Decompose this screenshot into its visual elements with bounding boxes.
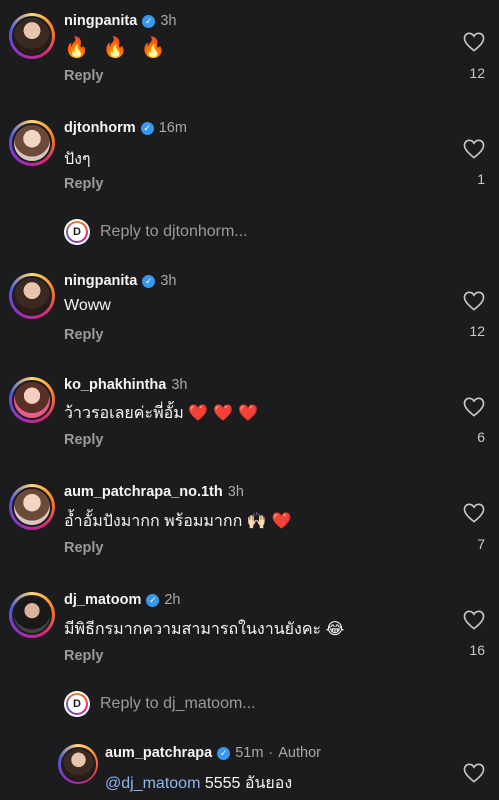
comment-username[interactable]: aum_patchrapa bbox=[105, 745, 212, 761]
like-count: 6 bbox=[477, 429, 485, 445]
comment-text: 5555 อันยอง bbox=[204, 775, 293, 792]
verified-badge-icon: ✓ bbox=[142, 274, 156, 288]
comment-text: ปังๆ bbox=[64, 151, 91, 168]
reply-button[interactable]: Reply bbox=[64, 68, 104, 84]
reply-avatar-icon: D bbox=[64, 691, 90, 717]
like-count: 16 bbox=[469, 642, 485, 658]
comment-time: 3h bbox=[160, 273, 177, 289]
comment-text: มีพิธีกรมากความสามารถในงานยังคะ bbox=[64, 621, 322, 638]
heart-outline-icon[interactable] bbox=[463, 139, 485, 159]
like-count: 7 bbox=[477, 536, 485, 552]
heart-outline-icon[interactable] bbox=[463, 291, 485, 311]
comment-emoji: 😂 bbox=[325, 619, 345, 638]
comment-text-row: อ้ำอั้มปังมากก พร้อมมากก 🙌🏻 ❤️ bbox=[64, 509, 292, 534]
reply-button[interactable]: Reply bbox=[64, 540, 104, 556]
comment-emoji: ❤️ ❤️ ❤️ bbox=[188, 403, 259, 422]
comment-emoji: 🙌🏻 ❤️ bbox=[246, 511, 292, 530]
comment-text-row: มีพิธีกรมากความสามารถในงานยังคะ 😂 bbox=[64, 617, 344, 642]
avatar[interactable] bbox=[9, 120, 55, 166]
reply-button[interactable]: Reply bbox=[64, 327, 104, 343]
verified-badge-icon: ✓ bbox=[146, 593, 160, 607]
like-count: 1 bbox=[477, 171, 485, 187]
avatar[interactable] bbox=[9, 484, 55, 530]
reply-button[interactable]: Reply bbox=[64, 176, 104, 192]
comment-time: 2h bbox=[164, 592, 181, 608]
comment-time: 3h bbox=[160, 13, 177, 29]
like-count: 12 bbox=[469, 323, 485, 339]
comment-username[interactable]: dj_matoom bbox=[64, 592, 141, 608]
reply-avatar-icon: D bbox=[64, 219, 90, 245]
comment-text: ว้าวรอเลยค่ะพี่อั้ม bbox=[64, 405, 184, 422]
verified-badge-icon: ✓ bbox=[142, 14, 156, 28]
avatar[interactable] bbox=[9, 13, 55, 59]
comment-time: 3h bbox=[227, 484, 244, 500]
reply-thread-link[interactable]: D Reply to dj_matoom... bbox=[64, 691, 256, 717]
verified-badge-icon: ✓ bbox=[140, 121, 154, 135]
reply-button[interactable]: Reply bbox=[64, 648, 104, 664]
verified-badge-icon: ✓ bbox=[217, 746, 231, 760]
reply-thread-label: Reply to djtonhorm... bbox=[100, 223, 248, 240]
comment-text: 🔥 🔥 🔥 bbox=[64, 37, 170, 59]
avatar[interactable] bbox=[9, 273, 55, 319]
reply-button[interactable]: Reply bbox=[64, 432, 104, 448]
reply-thread-link[interactable]: D Reply to djtonhorm... bbox=[64, 219, 248, 245]
mention-link[interactable]: @dj_matoom bbox=[105, 775, 200, 792]
like-count: 12 bbox=[469, 65, 485, 81]
heart-outline-icon[interactable] bbox=[463, 32, 485, 52]
comment-text-row: ว้าวรอเลยค่ะพี่อั้ม ❤️ ❤️ ❤️ bbox=[64, 401, 258, 426]
comment-username[interactable]: djtonhorm bbox=[64, 120, 136, 136]
heart-outline-icon[interactable] bbox=[463, 763, 485, 783]
comment-username[interactable]: ningpanita bbox=[64, 273, 137, 289]
comment-text: อ้ำอั้มปังมากก พร้อมมากก bbox=[64, 513, 243, 530]
avatar[interactable] bbox=[9, 377, 55, 423]
avatar[interactable] bbox=[9, 592, 55, 638]
comment-time: 51m bbox=[235, 745, 264, 761]
author-separator: · bbox=[268, 745, 274, 761]
comment-time: 3h bbox=[171, 377, 188, 393]
comments-screen: ningpanita ✓ 3h 🔥 🔥 🔥 Reply 12 djtonhorm… bbox=[0, 0, 499, 800]
author-label: Author bbox=[278, 745, 321, 761]
heart-outline-icon[interactable] bbox=[463, 503, 485, 523]
heart-outline-icon[interactable] bbox=[463, 610, 485, 630]
reply-thread-label: Reply to dj_matoom... bbox=[100, 695, 256, 712]
heart-outline-icon[interactable] bbox=[463, 397, 485, 417]
avatar[interactable] bbox=[58, 744, 98, 784]
comment-username[interactable]: ningpanita bbox=[64, 13, 137, 29]
comment-username[interactable]: ko_phakhintha bbox=[64, 377, 166, 393]
comment-username[interactable]: aum_patchrapa_no.1th bbox=[64, 484, 223, 500]
comment-text-row: @dj_matoom 5555 อันยอง bbox=[105, 771, 292, 796]
comment-text: Woww bbox=[64, 297, 111, 314]
comment-time: 16m bbox=[158, 120, 187, 136]
